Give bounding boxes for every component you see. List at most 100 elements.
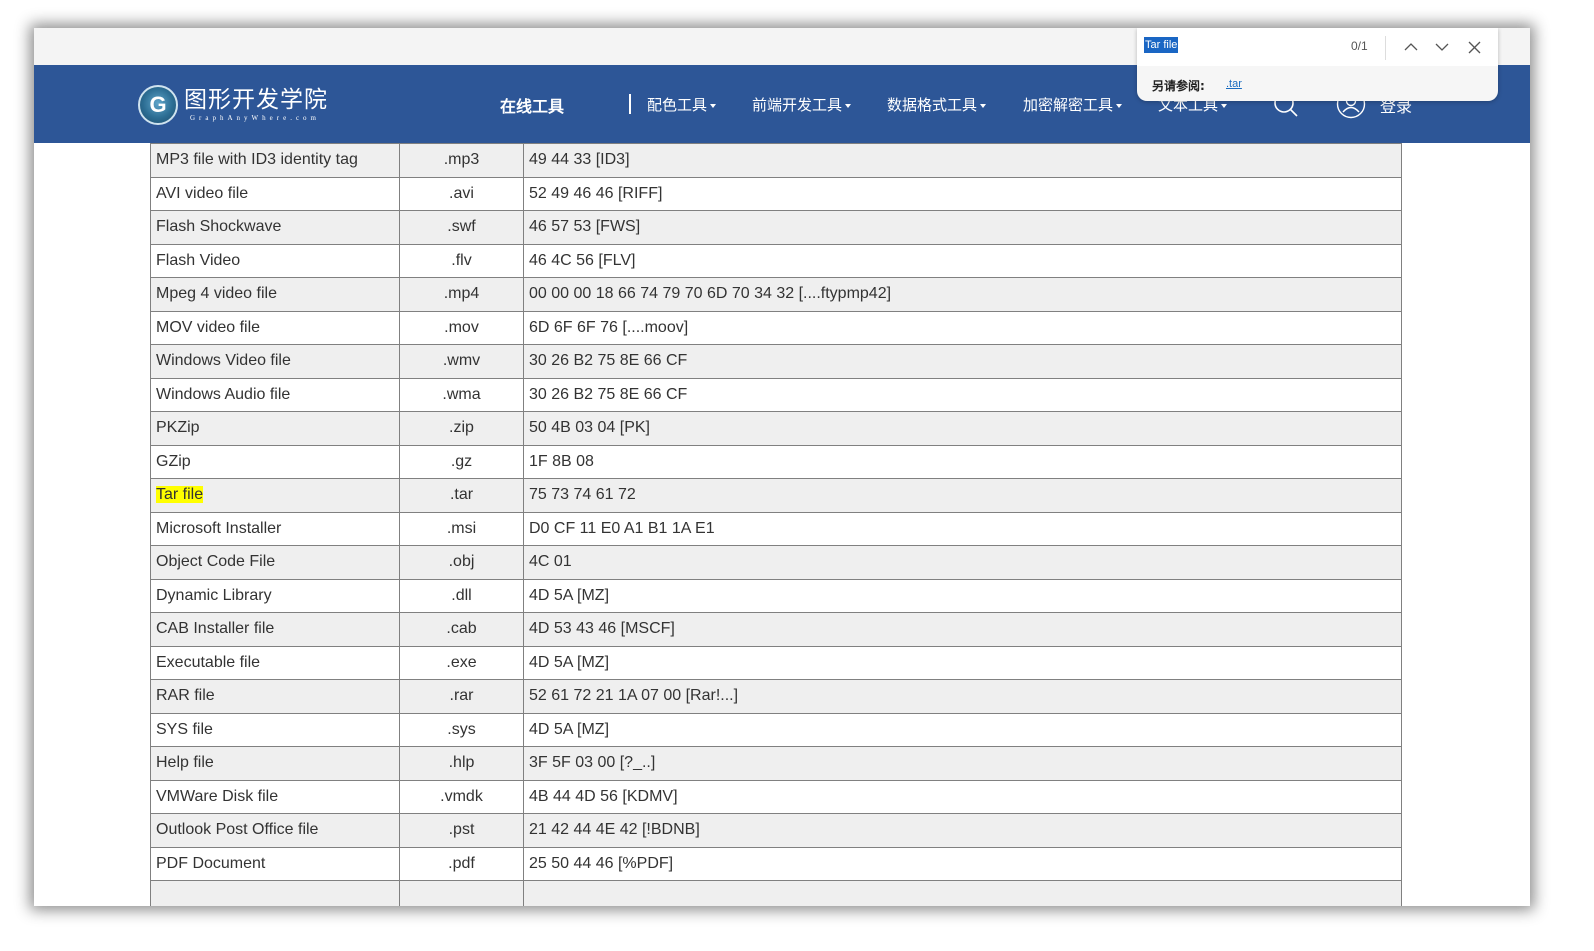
caret-down-icon <box>1116 103 1123 108</box>
site-logo[interactable]: G 图形开发学院 GraphAnyWhere.com <box>138 85 328 125</box>
see-also-link[interactable]: .tar <box>1226 78 1242 90</box>
find-input[interactable]: Tar file <box>1144 37 1179 53</box>
find-previous-button[interactable] <box>1402 38 1420 56</box>
extension-cell: .tar <box>399 478 524 513</box>
signature-cell: 4B 44 4D 56 [KDMV] <box>523 779 1402 814</box>
signature-cell <box>523 880 1402 906</box>
signature-cell: 30 26 B2 75 8E 66 CF <box>523 377 1402 412</box>
table-row: Windows Video file .wmv 30 26 B2 75 8E 66 … <box>150 344 1402 379</box>
extension-cell: .wma <box>399 377 524 412</box>
signature-cell: 4D 5A [MZ] <box>523 645 1402 680</box>
file-type-cell: Microsoft Installer <box>150 511 400 546</box>
signature-cell: 46 57 53 [FWS] <box>523 210 1402 245</box>
table-row: SYS file .sys 4D 5A [MZ] <box>150 712 1402 747</box>
file-type-cell: Flash Video <box>150 243 400 278</box>
table-row: Microsoft Installer .msi D0 CF 11 E0 A1 B1… <box>150 511 1402 546</box>
file-type-cell: PKZip <box>150 411 400 446</box>
nav-item-crypto-tools[interactable]: 加密解密工具 <box>1023 94 1123 115</box>
extension-cell: .flv <box>399 243 524 278</box>
extension-cell: .gz <box>399 444 524 479</box>
file-type-cell: Help file <box>150 746 400 781</box>
extension-cell: .mp4 <box>399 277 524 312</box>
table-row: Windows Audio file .wma 30 26 B2 75 8E 66 … <box>150 377 1402 412</box>
extension-cell: .swf <box>399 210 524 245</box>
file-type-cell: CAB Installer file <box>150 612 400 647</box>
file-type-cell: VMWare Disk file <box>150 779 400 814</box>
signature-cell: 6D 6F 6F 76 [....moov] <box>523 310 1402 345</box>
extension-cell: .mov <box>399 310 524 345</box>
extension-cell: .avi <box>399 176 524 211</box>
signature-cell: 4D 53 43 46 [MSCF] <box>523 612 1402 647</box>
nav-item-label: 加密解密工具 <box>1023 96 1114 114</box>
file-type-cell: Windows Audio file <box>150 377 400 412</box>
extension-cell: .sys <box>399 712 524 747</box>
nav-item-frontend-tools[interactable]: 前端开发工具 <box>752 94 852 115</box>
extension-cell: .msi <box>399 511 524 546</box>
table-row: Dynamic Library .dll 4D 5A [MZ] <box>150 578 1402 613</box>
file-type-cell: MP3 file with ID3 identity tag <box>150 143 400 178</box>
nav-item-color-tools[interactable]: 配色工具 <box>647 94 717 115</box>
find-next-button[interactable] <box>1433 38 1451 56</box>
signature-cell: 46 4C 56 [FLV] <box>523 243 1402 278</box>
table-row <box>150 880 1402 906</box>
extension-cell: .dll <box>399 578 524 613</box>
see-also-label: 另请参阅: <box>1152 79 1205 93</box>
file-type-cell: Executable file <box>150 645 400 680</box>
file-type-cell: Mpeg 4 video file <box>150 277 400 312</box>
table-row: Help file .hlp 3F 5F 03 00 [?_..] <box>150 746 1402 781</box>
extension-cell: .wmv <box>399 344 524 379</box>
file-type-cell: AVI video file <box>150 176 400 211</box>
logo-subtitle: GraphAnyWhere.com <box>190 114 321 122</box>
signature-cell: 75 73 74 61 72 <box>523 478 1402 513</box>
table-row: RAR file .rar 52 61 72 21 1A 07 00 [Rar!..… <box>150 679 1402 714</box>
browser-window: G 图形开发学院 GraphAnyWhere.com 在线工具 配色工具 前端开… <box>34 28 1530 906</box>
file-type-cell: Outlook Post Office file <box>150 813 400 848</box>
nav-item-data-format-tools[interactable]: 数据格式工具 <box>887 94 987 115</box>
logo-badge-icon: G <box>138 85 178 125</box>
signature-cell: 00 00 00 18 66 74 79 70 6D 70 34 32 [...… <box>523 277 1402 312</box>
table-row: Executable file .exe 4D 5A [MZ] <box>150 645 1402 680</box>
extension-cell: .pdf <box>399 846 524 881</box>
signature-cell: 30 26 B2 75 8E 66 CF <box>523 344 1402 379</box>
file-type-cell: MOV video file <box>150 310 400 345</box>
table-row: CAB Installer file .cab 4D 53 43 46 [MSCF] <box>150 612 1402 647</box>
signature-cell: D0 CF 11 E0 A1 B1 1A E1 <box>523 511 1402 546</box>
caret-down-icon <box>980 103 987 108</box>
file-type-cell: RAR file <box>150 679 400 714</box>
signature-cell: 25 50 44 46 [%PDF] <box>523 846 1402 881</box>
signature-cell: 4D 5A [MZ] <box>523 712 1402 747</box>
find-close-button[interactable] <box>1465 38 1483 56</box>
signature-cell: 49 44 33 [ID3] <box>523 143 1402 178</box>
extension-cell: .cab <box>399 612 524 647</box>
table-row: Flash Video .flv 46 4C 56 [FLV] <box>150 243 1402 278</box>
find-divider <box>1385 36 1386 60</box>
table-row: Object Code File .obj 4C 01 <box>150 545 1402 580</box>
table-row: PDF Document .pdf 25 50 44 46 [%PDF] <box>150 846 1402 881</box>
signature-cell: 52 61 72 21 1A 07 00 [Rar!...] <box>523 679 1402 714</box>
extension-cell <box>399 880 524 906</box>
find-in-page-bar: Tar file 0/1 另请参阅: .tar <box>1137 28 1498 101</box>
table-row: Mpeg 4 video file .mp4 00 00 00 18 66 74 7… <box>150 277 1402 312</box>
chevron-up-icon <box>1404 43 1418 51</box>
signature-cell: 4D 5A [MZ] <box>523 578 1402 613</box>
extension-cell: .obj <box>399 545 524 580</box>
caret-down-icon <box>845 103 852 108</box>
extension-cell: .vmdk <box>399 779 524 814</box>
find-match-count: 0/1 <box>1351 39 1368 53</box>
caret-down-icon <box>710 103 717 108</box>
extension-cell: .rar <box>399 679 524 714</box>
table-row: Tar file .tar 75 73 74 61 72 <box>150 478 1402 513</box>
logo-title: 图形开发学院 <box>184 87 328 113</box>
chevron-down-icon <box>1435 43 1449 51</box>
table-row: PKZip .zip 50 4B 03 04 [PK] <box>150 411 1402 446</box>
nav-item-label: 配色工具 <box>647 96 708 114</box>
file-type-cell: Object Code File <box>150 545 400 580</box>
signature-cell: 3F 5F 03 00 [?_..] <box>523 746 1402 781</box>
search-highlight: Tar file <box>156 486 204 504</box>
table-row: AVI video file .avi 52 49 46 46 [RIFF] <box>150 176 1402 211</box>
table-row: GZip .gz 1F 8B 08 <box>150 444 1402 479</box>
file-type-cell: Dynamic Library <box>150 578 400 613</box>
close-icon <box>1468 41 1480 53</box>
nav-online-tools[interactable]: 在线工具 <box>500 93 564 117</box>
file-type-cell: GZip <box>150 444 400 479</box>
